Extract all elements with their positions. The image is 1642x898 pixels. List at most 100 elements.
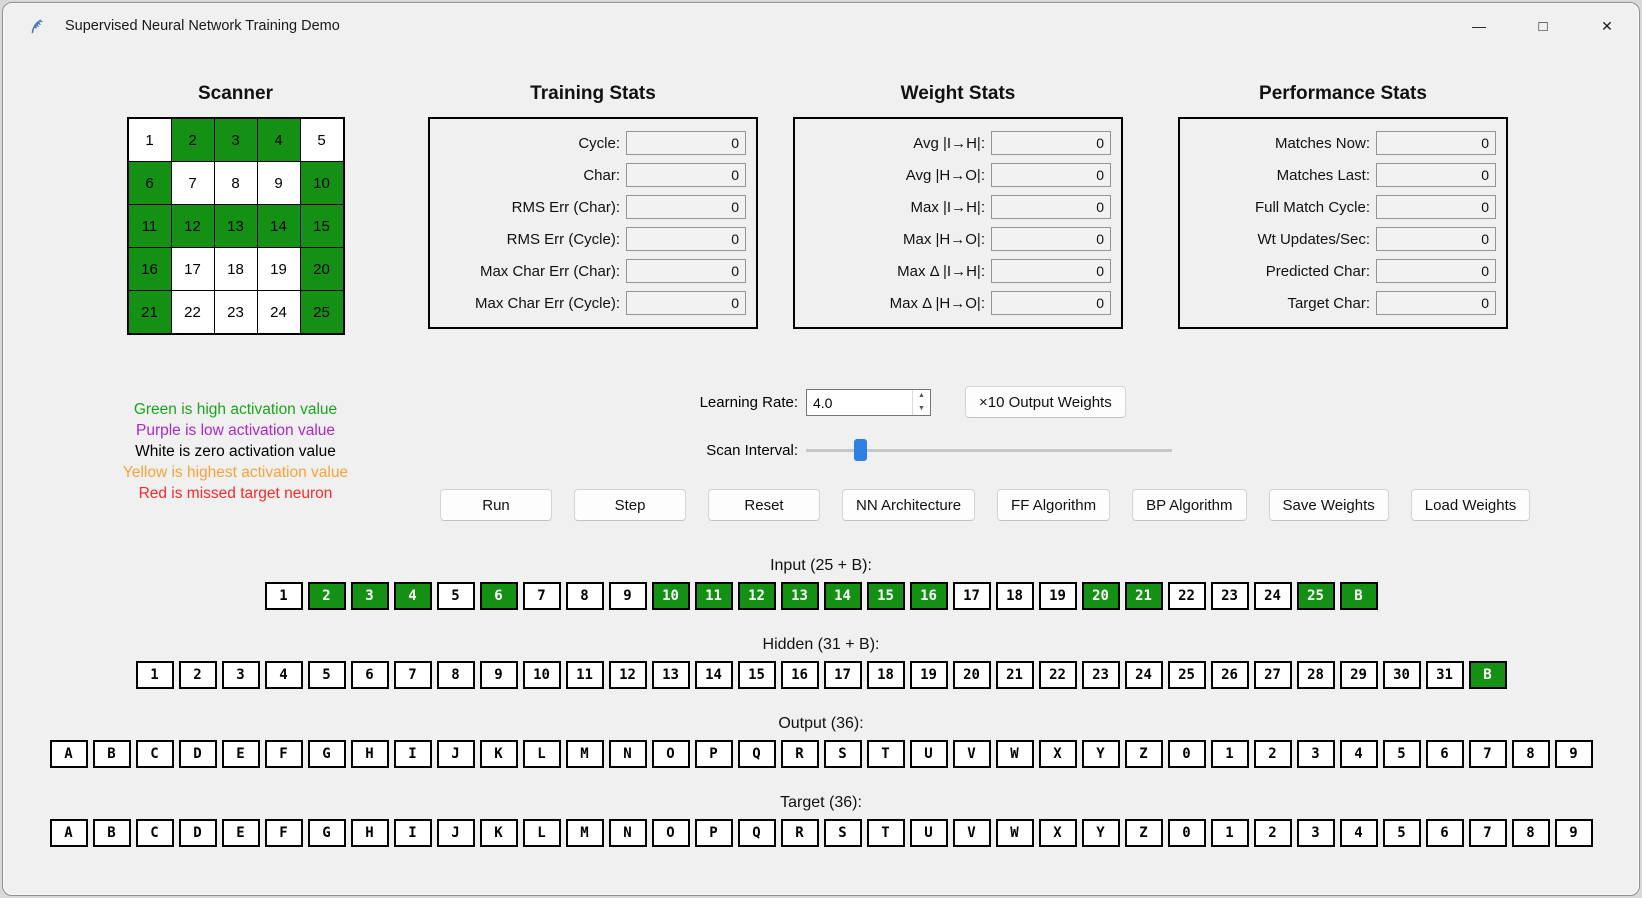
performance-stats-box: Matches Now: 0 Matches Last: 0 Full Match Cy… xyxy=(1178,117,1508,329)
input-neuron-B: B xyxy=(1339,582,1378,610)
hidden-neuron-19: 19 xyxy=(909,661,948,689)
save-weights-button[interactable]: Save Weights xyxy=(1268,489,1389,521)
scanner-cell-24: 24 xyxy=(257,291,300,333)
scanner-cell-25: 25 xyxy=(300,291,343,333)
stat-label: RMS Err (Char): xyxy=(511,198,620,216)
input-neuron-23: 23 xyxy=(1210,582,1249,610)
stat-row: Full Match Cycle: 0 xyxy=(1190,195,1496,219)
training-stats-title: Training Stats xyxy=(530,83,656,104)
input-neuron-10: 10 xyxy=(651,582,690,610)
target-neuron-8: 8 xyxy=(1511,819,1550,847)
scanner-cell-14: 14 xyxy=(257,205,300,247)
output-neuron-5: 5 xyxy=(1382,740,1421,768)
stat-value-field: 0 xyxy=(991,131,1111,155)
target-neuron-1: 1 xyxy=(1210,819,1249,847)
stat-value-field: 0 xyxy=(1376,163,1496,187)
target-neuron-4: 4 xyxy=(1339,819,1378,847)
target-layer-label: Target (36): xyxy=(780,794,862,811)
close-button[interactable]: ✕ xyxy=(1575,3,1639,49)
scanner-cell-11: 11 xyxy=(128,205,171,247)
learning-rate-value: 4.0 xyxy=(813,394,833,411)
stat-label: Avg |I→H|: xyxy=(913,134,985,152)
learning-rate-spinbox[interactable]: 4.0 ▲ ▼ xyxy=(806,388,931,416)
reset-button[interactable]: Reset xyxy=(708,489,820,521)
tk-feather-icon xyxy=(29,15,51,37)
target-neuron-M: M xyxy=(565,819,604,847)
scan-interval-slider[interactable] xyxy=(806,437,1172,464)
input-neuron-22: 22 xyxy=(1167,582,1206,610)
output-neuron-M: M xyxy=(565,740,604,768)
spin-down-arrow[interactable]: ▼ xyxy=(913,402,930,415)
bp-algorithm-button[interactable]: BP Algorithm xyxy=(1132,489,1247,521)
window-controls: — □ ✕ xyxy=(1447,3,1639,49)
step-button[interactable]: Step xyxy=(574,489,686,521)
hidden-neuron-6: 6 xyxy=(350,661,389,689)
target-row: ABCDEFGHIJKLMNOPQRSTUVWXYZ0123456789 xyxy=(3,819,1639,847)
scanner-cell-6: 6 xyxy=(128,162,171,204)
scanner-cell-5: 5 xyxy=(300,119,343,161)
scan-interval-label: Scan Interval: xyxy=(706,441,798,459)
target-neuron-T: T xyxy=(866,819,905,847)
run-button[interactable]: Run xyxy=(440,489,552,521)
weight-stats-box: Avg |I→H|: 0 Avg |H→O|: 0 Max |I→H|: 0 Max |H→… xyxy=(793,117,1123,329)
input-neuron-12: 12 xyxy=(737,582,776,610)
output-neuron-2: 2 xyxy=(1253,740,1292,768)
hidden-neuron-9: 9 xyxy=(479,661,518,689)
ff-algorithm-button[interactable]: FF Algorithm xyxy=(997,489,1111,521)
output-neuron-G: G xyxy=(307,740,346,768)
output-layer-label: Output (36): xyxy=(778,715,864,732)
minimize-button[interactable]: — xyxy=(1447,3,1511,49)
output-neuron-E: E xyxy=(221,740,260,768)
scanner-cell-2: 2 xyxy=(171,119,214,161)
target-neuron-V: V xyxy=(952,819,991,847)
x10-output-weights-button[interactable]: ×10 Output Weights xyxy=(965,386,1126,418)
slider-thumb[interactable] xyxy=(854,438,867,461)
target-neuron-U: U xyxy=(909,819,948,847)
scanner-grid: 1 2 3 4 5 6 7 8 9 10 11 12 13 14 15 16 17 18 19 20 21 22 23 24 2… xyxy=(126,117,345,335)
scanner-cell-20: 20 xyxy=(300,248,343,290)
output-neuron-J: J xyxy=(436,740,475,768)
target-neuron-3: 3 xyxy=(1296,819,1335,847)
target-neuron-2: 2 xyxy=(1253,819,1292,847)
scanner-cell-7: 7 xyxy=(171,162,214,204)
input-row: 1 2 3 4 5 6 7 8 9 10 11 12 13 14 15 16 17 18 19 20 21 22 23 24 2… xyxy=(3,582,1639,610)
stat-value-field: 0 xyxy=(626,259,746,283)
target-neuron-0: 0 xyxy=(1167,819,1206,847)
stat-row: Avg |H→O|: 0 xyxy=(805,163,1111,187)
training-stats-section: Training Stats Cycle: 0 Char: 0 RMS Err (Cha… xyxy=(428,83,758,329)
hidden-neuron-4: 4 xyxy=(264,661,303,689)
scanner-cell-16: 16 xyxy=(128,248,171,290)
target-neuron-R: R xyxy=(780,819,819,847)
action-buttons-row: Run Step Reset NN Architecture FF Algorithm B… xyxy=(440,489,1639,521)
scanner-title: Scanner xyxy=(198,83,273,104)
spinbox-arrows: ▲ ▼ xyxy=(912,389,930,415)
stat-label: Max Δ |H→O|: xyxy=(889,294,985,312)
output-neuron-Y: Y xyxy=(1081,740,1120,768)
stat-label: Wt Updates/Sec: xyxy=(1257,230,1370,248)
output-neuron-U: U xyxy=(909,740,948,768)
spin-up-arrow[interactable]: ▲ xyxy=(913,390,930,403)
input-neuron-8: 8 xyxy=(565,582,604,610)
load-weights-button[interactable]: Load Weights xyxy=(1410,489,1531,521)
middle-section: Green is high activation value Purple is … xyxy=(3,386,1639,521)
weight-stats-title: Weight Stats xyxy=(900,83,1016,104)
hidden-neuron-3: 3 xyxy=(221,661,260,689)
stat-row: Max Char Err (Cycle): 0 xyxy=(440,291,746,315)
scanner-cell-23: 23 xyxy=(214,291,257,333)
hidden-neuron-16: 16 xyxy=(780,661,819,689)
stat-value-field: 0 xyxy=(1376,227,1496,251)
stat-row: Matches Last: 0 xyxy=(1190,163,1496,187)
nn-architecture-button[interactable]: NN Architecture xyxy=(842,489,976,521)
target-neuron-E: E xyxy=(221,819,260,847)
hidden-neuron-2: 2 xyxy=(178,661,217,689)
input-neuron-14: 14 xyxy=(823,582,862,610)
target-neuron-K: K xyxy=(479,819,518,847)
output-neuron-T: T xyxy=(866,740,905,768)
stat-row: Avg |I→H|: 0 xyxy=(805,131,1111,155)
learning-rate-label: Learning Rate: xyxy=(699,393,798,411)
hidden-neuron-25: 25 xyxy=(1167,661,1206,689)
output-neuron-W: W xyxy=(995,740,1034,768)
input-neuron-2: 2 xyxy=(307,582,346,610)
maximize-button[interactable]: □ xyxy=(1511,3,1575,49)
hidden-neuron-17: 17 xyxy=(823,661,862,689)
